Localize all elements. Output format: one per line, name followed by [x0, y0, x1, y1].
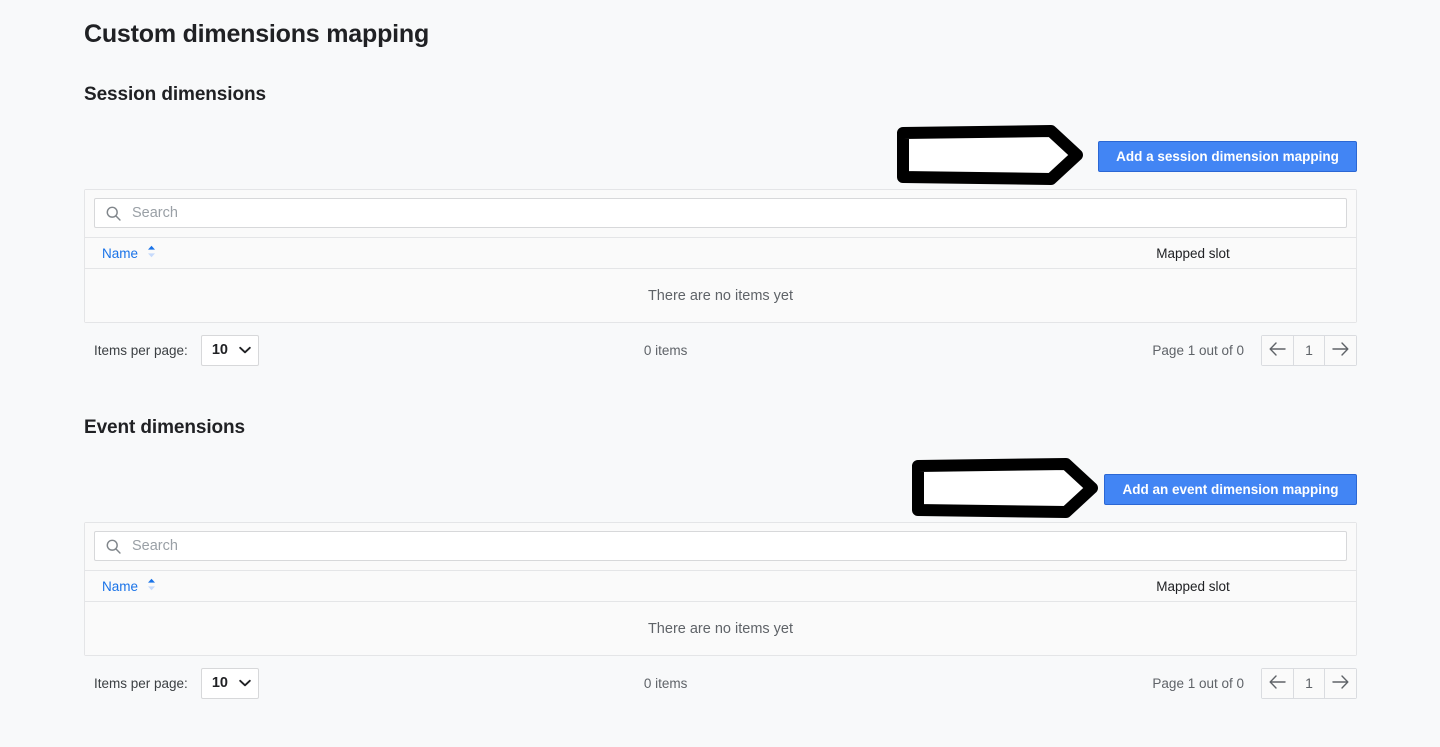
event-column-header-name-label: Name: [102, 578, 139, 594]
arrow-left-icon: [1268, 341, 1287, 360]
event-table-header-row: Name Mapped slot: [85, 570, 1356, 602]
add-event-dimension-mapping-button[interactable]: Add an event dimension mapping: [1104, 474, 1357, 505]
arrow-right-icon: [1331, 341, 1350, 360]
page-root: Custom dimensions mapping Session dimens…: [0, 0, 1440, 747]
section-heading-event: Event dimensions: [84, 417, 245, 438]
event-prev-page-button[interactable]: [1261, 667, 1294, 699]
session-items-per-page-select[interactable]: 10: [200, 334, 259, 366]
annotation-arrow-session: [897, 125, 1083, 185]
session-search-box[interactable]: [94, 198, 1347, 228]
event-total-items: 0 items: [643, 675, 688, 691]
arrow-left-icon: [1268, 674, 1287, 693]
session-items-per-page-value: 10: [211, 342, 228, 358]
session-column-header-name-label: Name: [102, 245, 139, 261]
session-table-header-row: Name Mapped slot: [85, 237, 1356, 269]
event-column-header-mapped-slot: Mapped slot: [1156, 578, 1230, 594]
session-next-page-button[interactable]: [1324, 334, 1357, 366]
search-icon: [105, 538, 122, 555]
add-session-dimension-mapping-button[interactable]: Add a session dimension mapping: [1098, 141, 1357, 172]
chevron-down-icon: [239, 341, 251, 359]
event-next-page-button[interactable]: [1324, 667, 1357, 699]
event-items-per-page-select[interactable]: 10: [200, 667, 259, 699]
event-search-wrap: [85, 523, 1356, 570]
session-search-input[interactable]: [132, 200, 1336, 226]
session-page-controls: 1: [1261, 334, 1357, 366]
arrow-right-icon: [1331, 674, 1350, 693]
session-dimensions-table-card: Name Mapped slot There are no items yet: [84, 189, 1357, 323]
session-page-info: Page 1 out of 0: [1152, 342, 1244, 358]
event-items-per-page-label: Items per page:: [94, 675, 188, 691]
annotation-arrow-event: [912, 458, 1098, 518]
event-dimensions-table-card: Name Mapped slot There are no items yet: [84, 522, 1357, 656]
session-current-page-number[interactable]: 1: [1293, 334, 1325, 366]
session-total-items: 0 items: [643, 342, 688, 358]
event-page-controls: 1: [1261, 667, 1357, 699]
section-heading-session: Session dimensions: [84, 84, 266, 105]
event-column-header-name[interactable]: Name: [102, 578, 156, 594]
event-search-box[interactable]: [94, 531, 1347, 561]
page-title: Custom dimensions mapping: [84, 20, 430, 48]
sort-chevrons-icon[interactable]: [147, 245, 156, 261]
session-column-header-mapped-slot: Mapped slot: [1156, 245, 1230, 261]
session-table-empty-state: There are no items yet: [85, 269, 1356, 322]
session-pagination: Items per page: 10 0 items Page 1 out of…: [84, 330, 1357, 370]
event-pagination: Items per page: 10 0 items Page 1 out of…: [84, 663, 1357, 703]
session-prev-page-button[interactable]: [1261, 334, 1294, 366]
search-icon: [105, 205, 122, 222]
sort-chevrons-icon[interactable]: [147, 578, 156, 594]
session-items-per-page-label: Items per page:: [94, 342, 188, 358]
event-search-input[interactable]: [132, 533, 1336, 559]
session-search-wrap: [85, 190, 1356, 237]
event-table-empty-state: There are no items yet: [85, 602, 1356, 655]
event-page-info: Page 1 out of 0: [1152, 675, 1244, 691]
event-current-page-number[interactable]: 1: [1293, 667, 1325, 699]
chevron-down-icon: [239, 674, 251, 692]
event-items-per-page-value: 10: [211, 675, 228, 691]
session-column-header-name[interactable]: Name: [102, 245, 156, 261]
